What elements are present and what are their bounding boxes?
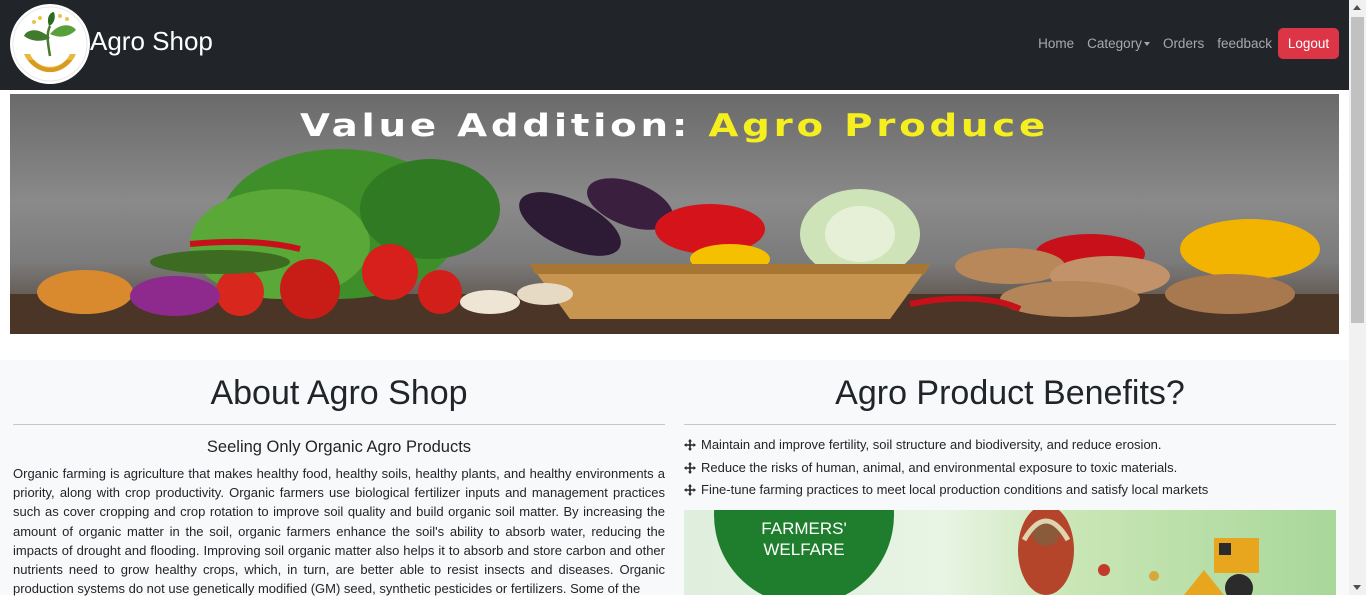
content-section: About Agro Shop Seeling Only Organic Agr… [0, 360, 1349, 598]
about-paragraph: Organic farming is agriculture that make… [13, 466, 665, 597]
move-arrows-icon [684, 439, 696, 452]
scroll-down-arrow-icon[interactable] [1353, 585, 1361, 590]
about-column: About Agro Shop Seeling Only Organic Agr… [13, 360, 665, 598]
navbar: Agro Shop Home Category Orders feedback … [0, 0, 1349, 90]
nav-menu: Home Category Orders feedback Logout [1025, 28, 1339, 59]
logout-button[interactable]: Logout [1278, 28, 1339, 59]
benefit-text: Fine-tune farming practices to meet loca… [701, 482, 1209, 497]
banner-title-part1: Value Addition: [299, 108, 709, 144]
banner-title: Value Addition: Agro Produce [10, 108, 1339, 144]
benefits-column: Agro Product Benefits? Maintain and impr… [684, 360, 1336, 595]
about-heading: About Agro Shop [210, 374, 468, 412]
about-divider [13, 424, 665, 425]
vertical-scrollbar[interactable] [1349, 0, 1366, 595]
list-item: Fine-tune farming practices to meet loca… [684, 479, 1336, 502]
hero-banner: Value Addition: Agro Produce [10, 94, 1339, 334]
nav-home-link[interactable]: Home [1038, 29, 1074, 59]
nav-orders-link[interactable]: Orders [1163, 29, 1204, 59]
farmers-welfare-illustration: FARMERS' WELFARE [714, 510, 1259, 595]
brand-title[interactable]: Agro Shop [90, 26, 213, 57]
image-text-line1: FARMERS' [761, 519, 846, 538]
benefits-divider [684, 424, 1336, 425]
agro-shop-logo[interactable] [10, 4, 90, 84]
scroll-up-arrow-icon[interactable] [1353, 5, 1361, 10]
move-arrows-icon [684, 461, 696, 474]
nav-category-dropdown[interactable]: Category [1087, 29, 1150, 59]
nav-feedback-link[interactable]: feedback [1217, 29, 1272, 59]
caret-down-icon [1143, 41, 1150, 46]
list-item: Reduce the risks of human, animal, and e… [684, 457, 1336, 480]
nav-category-label: Category [1087, 35, 1142, 51]
list-item: Maintain and improve fertility, soil str… [684, 434, 1336, 457]
scrollbar-thumb[interactable] [1351, 17, 1364, 323]
banner-title-highlight: Agro Produce [708, 108, 1050, 144]
benefit-text: Maintain and improve fertility, soil str… [701, 437, 1162, 452]
benefits-heading: Agro Product Benefits? [835, 374, 1185, 412]
about-subheading: Seeling Only Organic Agro Products [206, 438, 472, 456]
image-text-line2: WELFARE [763, 540, 844, 559]
benefit-text: Reduce the risks of human, animal, and e… [701, 459, 1178, 475]
move-arrows-icon [684, 484, 696, 497]
farmers-welfare-image: FARMERS' WELFARE [684, 510, 1336, 595]
benefits-list: Maintain and improve fertility, soil str… [684, 434, 1336, 502]
